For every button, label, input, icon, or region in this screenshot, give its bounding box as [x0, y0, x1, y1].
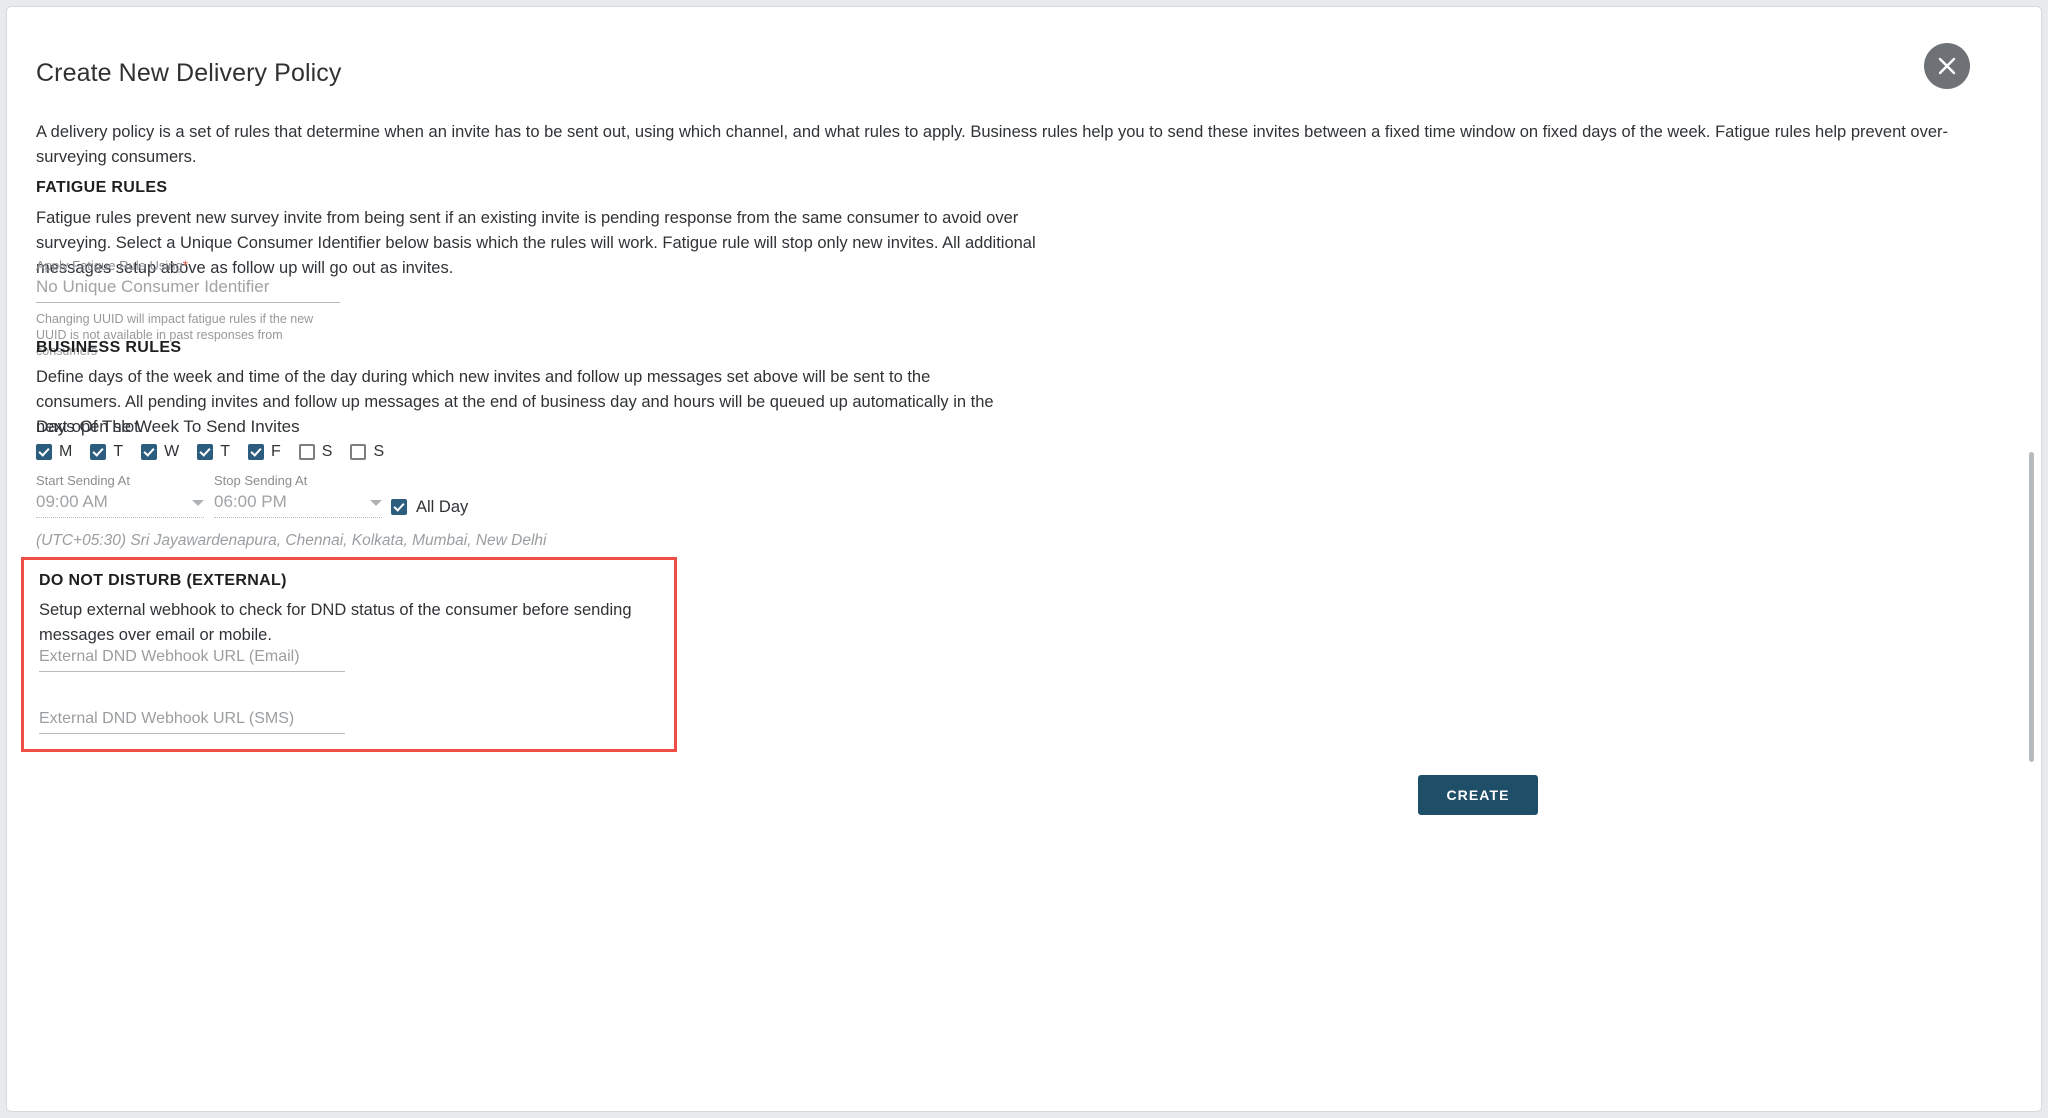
field-underline — [36, 302, 340, 303]
day-checkbox-item[interactable]: S — [350, 444, 384, 460]
stop-sending-at-label: Stop Sending At — [214, 473, 308, 488]
days-of-week-checkbox-group: MTWTFSS — [36, 444, 384, 460]
dialog-content: Create New Delivery Policy A delivery po… — [7, 7, 2000, 1111]
create-button[interactable]: CREATE — [1418, 775, 1538, 815]
timezone-text: (UTC+05:30) Sri Jayawardenapura, Chennai… — [36, 532, 547, 549]
stop-sending-at-value[interactable]: 06:00 PM — [214, 489, 287, 515]
all-day-checkbox[interactable] — [391, 499, 407, 515]
day-checkbox[interactable] — [90, 444, 107, 460]
page-title: Create New Delivery Policy — [36, 59, 342, 87]
chevron-down-icon[interactable] — [370, 500, 382, 506]
field-underline — [36, 517, 204, 518]
close-button[interactable] — [1924, 43, 1970, 89]
day-checkbox[interactable] — [248, 444, 264, 460]
day-checkbox[interactable] — [298, 444, 315, 460]
all-day-checkbox-row[interactable]: All Day — [391, 499, 468, 515]
start-sending-at-field[interactable]: Start Sending At 09:00 AM — [36, 473, 204, 518]
day-checkbox[interactable] — [141, 444, 158, 460]
day-checkbox[interactable] — [36, 444, 52, 460]
field-label-text: Apply Fatigue Rule Using — [36, 258, 183, 273]
day-checkbox-item[interactable]: T — [90, 444, 123, 460]
field-underline — [39, 733, 345, 734]
dnd-heading: DO NOT DISTURB (EXTERNAL) — [39, 572, 287, 589]
business-rules-heading: BUSINESS RULES — [36, 339, 182, 356]
day-checkbox[interactable] — [350, 444, 367, 460]
day-checkbox-item[interactable]: F — [248, 444, 281, 460]
scrollbar-track[interactable] — [2028, 7, 2038, 1111]
start-sending-at-value[interactable]: 09:00 AM — [36, 489, 108, 515]
dnd-webhook-sms-field[interactable]: External DND Webhook URL (SMS) — [39, 707, 345, 734]
day-checkbox[interactable] — [197, 444, 214, 460]
day-label: S — [321, 443, 333, 460]
dnd-description: Setup external webhook to check for DND … — [39, 601, 632, 644]
dialog-intro-text: A delivery policy is a set of rules that… — [36, 123, 1949, 166]
field-underline — [214, 517, 382, 518]
required-asterisk: * — [182, 257, 189, 273]
day-label: S — [373, 443, 385, 460]
do-not-disturb-section: DO NOT DISTURB (EXTERNAL) Setup external… — [21, 557, 677, 752]
close-icon — [1938, 57, 1956, 75]
dnd-webhook-sms-placeholder[interactable]: External DND Webhook URL (SMS) — [39, 707, 345, 731]
day-label: T — [113, 443, 124, 460]
dnd-webhook-email-field[interactable]: External DND Webhook URL (Email) — [39, 645, 345, 672]
apply-fatigue-rule-using-label: Apply Fatigue Rule Using* — [36, 257, 340, 274]
day-checkbox-item[interactable]: S — [298, 443, 333, 460]
field-underline — [39, 671, 345, 672]
days-of-week-label: Days Of The Week To Send Invites — [36, 417, 300, 436]
all-day-label: All Day — [416, 498, 469, 516]
dnd-webhook-email-placeholder[interactable]: External DND Webhook URL (Email) — [39, 645, 345, 669]
start-sending-at-label: Start Sending At — [36, 473, 130, 488]
create-delivery-policy-dialog: Create New Delivery Policy A delivery po… — [6, 6, 2042, 1112]
fatigue-rules-heading: FATIGUE RULES — [36, 179, 168, 196]
day-label: F — [271, 443, 281, 460]
day-checkbox-item[interactable]: W — [141, 444, 179, 460]
chevron-down-icon[interactable] — [192, 500, 204, 506]
apply-fatigue-rule-using-value[interactable]: No Unique Consumer Identifier — [36, 274, 340, 300]
day-label: W — [164, 443, 180, 460]
day-checkbox-item[interactable]: T — [197, 444, 230, 460]
scrollbar-thumb[interactable] — [2029, 452, 2034, 762]
day-label: M — [59, 443, 73, 460]
day-checkbox-item[interactable]: M — [36, 444, 72, 460]
stop-sending-at-field[interactable]: Stop Sending At 06:00 PM — [214, 473, 382, 518]
day-label: T — [220, 443, 230, 460]
